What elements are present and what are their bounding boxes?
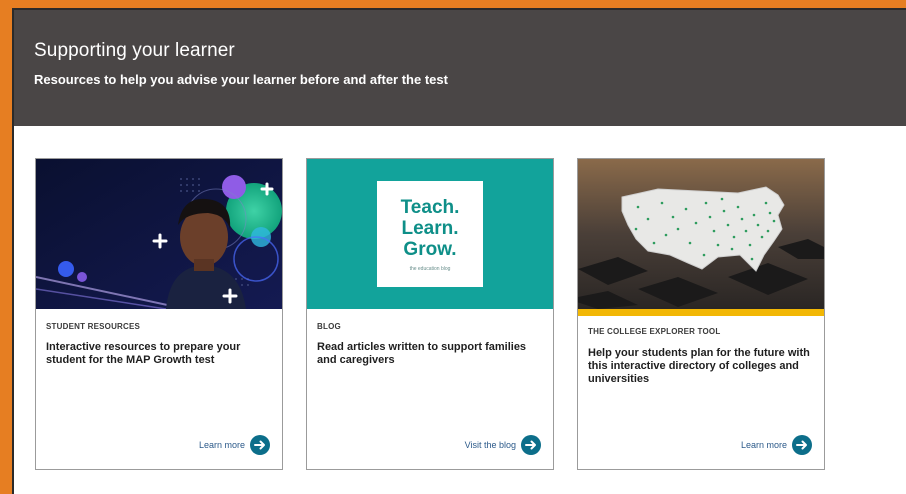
section-header: Supporting your learner Resources to hel… <box>14 10 906 126</box>
teach-learn-grow-logo: Teach. Learn. Grow. the education blog <box>377 181 483 287</box>
learn-more-link[interactable]: Learn more <box>741 435 812 455</box>
frame-border-top <box>0 0 906 8</box>
content-panel: Supporting your learner Resources to hel… <box>12 8 906 494</box>
visit-blog-link[interactable]: Visit the blog <box>465 435 541 455</box>
card-eyebrow: BLOG <box>317 322 341 331</box>
logo-word: Teach. <box>400 196 460 218</box>
logo-tagline: the education blog <box>409 265 451 272</box>
arrow-right-circle-icon[interactable] <box>250 435 270 455</box>
card-eyebrow: THE COLLEGE EXPLORER TOOL <box>588 327 721 336</box>
logo-word: Learn. <box>401 217 459 239</box>
link-label: Learn more <box>740 440 787 450</box>
section-subtitle: Resources to help you advise your learne… <box>34 72 448 87</box>
card-college-explorer[interactable]: THE COLLEGE EXPLORER TOOL Help your stud… <box>577 158 825 470</box>
card-student-resources[interactable]: STUDENT RESOURCES Interactive resources … <box>35 158 283 470</box>
logo-word: Grow. <box>403 238 457 260</box>
card-description: Read articles written to support familie… <box>317 341 527 366</box>
student-photo <box>36 159 282 309</box>
arrow-right-circle-icon[interactable] <box>521 435 541 455</box>
link-label: Learn more <box>198 440 245 450</box>
link-label: Visit the blog <box>464 440 516 450</box>
accent-bar <box>578 309 824 316</box>
us-map-photo <box>578 159 824 309</box>
blog-image: Teach. Learn. Grow. the education blog <box>307 159 553 309</box>
card-blog[interactable]: Teach. Learn. Grow. the education blog B… <box>306 158 554 470</box>
card-description: Interactive resources to prepare your st… <box>46 341 241 366</box>
card-description: Help your students plan for the future w… <box>588 347 810 385</box>
section-title: Supporting your learner <box>34 40 235 61</box>
frame-border-left <box>0 0 12 494</box>
learn-more-link[interactable]: Learn more <box>199 435 270 455</box>
card-eyebrow: STUDENT RESOURCES <box>46 322 141 331</box>
page-frame: Supporting your learner Resources to hel… <box>0 0 906 494</box>
arrow-right-circle-icon[interactable] <box>792 435 812 455</box>
